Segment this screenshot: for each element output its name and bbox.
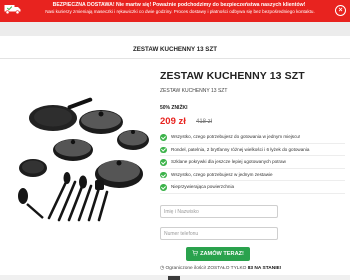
banner-description: Nasi kurierzy zmieniają maseczki i rękaw…: [45, 9, 315, 14]
product-image: [18, 97, 149, 222]
close-icon[interactable]: ×: [335, 5, 346, 16]
price-old: 418 zł: [196, 119, 213, 125]
feature-item: Nieprzywierająca powierzchnia: [160, 181, 345, 194]
page-header-title: ZESTAW KUCHENNY 13 SZT: [133, 46, 217, 53]
feature-item: Szklane pokrywki dla jeszcze lepiej ugot…: [160, 156, 345, 169]
feature-text: Wszystko, czego potrzebujesz do gotowani…: [171, 134, 301, 139]
check-icon: [160, 134, 167, 141]
top-band: [0, 22, 350, 36]
feature-text: Szklane pokrywki dla jeszcze lepiej ugot…: [171, 159, 286, 165]
discount-label: 50% ZNIŻKI: [160, 105, 188, 111]
check-icon: [160, 159, 167, 166]
feature-item: Wszystko, czego potrzebujesz w jednym ze…: [160, 169, 345, 182]
check-icon: [160, 171, 167, 179]
feature-item: Rondel, patelnia, 2 brytfanny różnej wie…: [160, 144, 345, 157]
feature-text: Wszystko, czego potrzebujesz w jednym ze…: [171, 171, 273, 177]
stock-notice: ◷ Ograniczone ilości! ZOSTAŁO TYLKO 83 N…: [160, 266, 281, 271]
delivery-truck-icon: [4, 5, 21, 15]
cart-icon: [192, 250, 199, 256]
check-icon: [160, 146, 167, 154]
name-input[interactable]: [160, 205, 278, 218]
safety-banner: BEZPIECZNA DOSTAWA! Nie martw się! Poważ…: [0, 0, 350, 22]
product-title: ZESTAW KUCHENNY 13 SZT: [160, 70, 305, 82]
feature-item: Wszystko, czego potrzebujesz do gotowani…: [160, 131, 345, 144]
bottom-thumbnail: [168, 276, 180, 280]
feature-list: Wszystko, czego potrzebujesz do gotowani…: [160, 131, 345, 194]
feature-text: Nieprzywierająca powierzchnia: [171, 184, 235, 190]
price-new: 209 zł: [160, 116, 186, 127]
order-now-button[interactable]: ZAMÓW TERAZ!: [186, 247, 250, 261]
stock-count: 83 NA STANIE!: [247, 266, 282, 271]
banner-headline: BEZPIECZNA DOSTAWA! Nie martw się! Poważ…: [52, 2, 306, 8]
header-divider: [0, 58, 350, 59]
feature-text: Rondel, patelnia, 2 brytfanny różnej wie…: [171, 146, 310, 152]
product-subtitle: ZESTAW KUCHENNY 13 SZT: [160, 88, 228, 94]
phone-input[interactable]: [160, 227, 278, 240]
stock-notice-text: Ograniczone ilości! ZOSTAŁO TYLKO: [165, 266, 247, 271]
check-icon: [160, 184, 167, 191]
clock-icon: ◷: [160, 266, 165, 271]
order-now-label: ZAMÓW TERAZ!: [200, 251, 244, 257]
